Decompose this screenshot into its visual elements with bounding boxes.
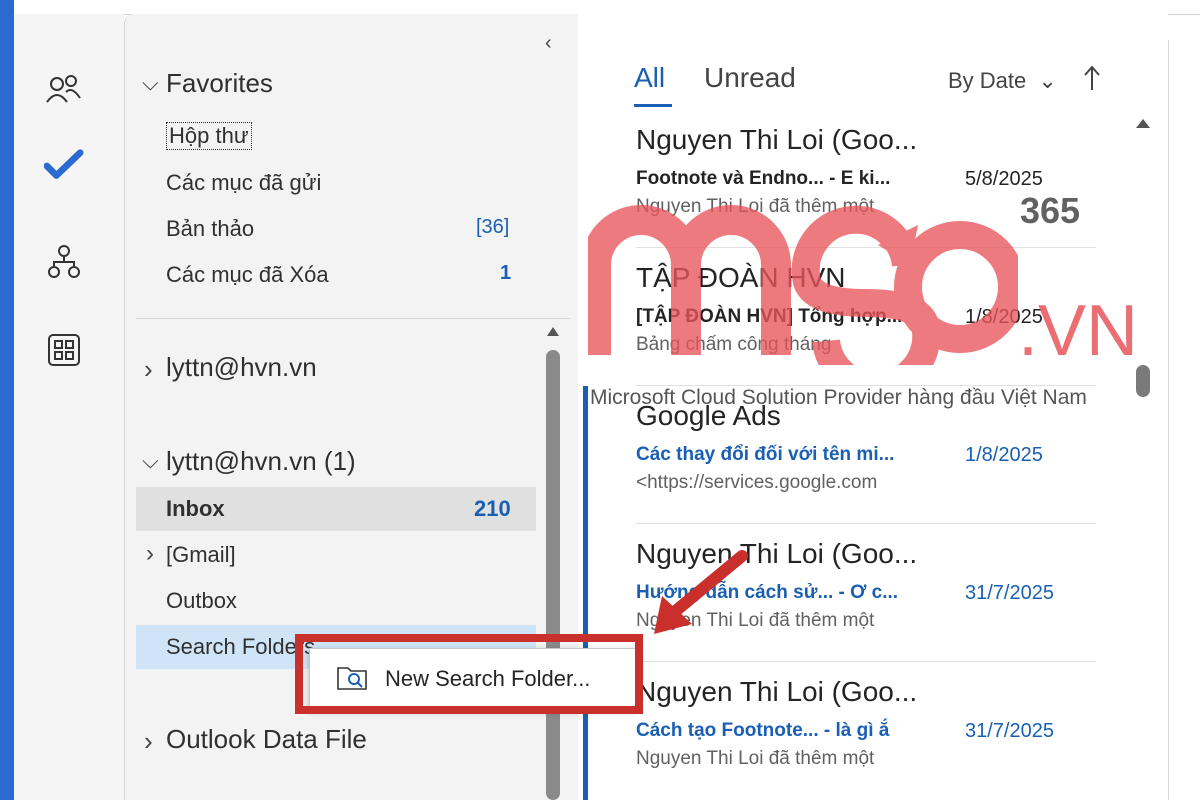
chevron-down-icon[interactable]: ⌵ [142, 448, 159, 474]
folder-drafts[interactable]: Bản thảo [166, 216, 254, 242]
scroll-up-icon[interactable] [1134, 116, 1152, 135]
chevron-down-icon: ⌄ [1038, 68, 1057, 93]
scroll-up-icon[interactable] [545, 324, 561, 343]
folder-scrollbar-thumb[interactable] [546, 350, 560, 800]
message-subject: Các thay đổi đối với tên mi... [636, 444, 895, 465]
folder-sent-items[interactable]: Các mục đã gửi [166, 170, 321, 196]
message-date: 1/8/2025 [965, 444, 1043, 466]
org-chart-icon[interactable] [44, 242, 84, 282]
highlight-arrow [640, 548, 750, 653]
watermark-logo [581, 205, 1026, 401]
drafts-count: [36] [476, 216, 510, 238]
todo-check-icon[interactable] [44, 146, 84, 186]
active-tab-indicator [634, 104, 672, 107]
unread-indicator [583, 386, 588, 524]
message-sender: Nguyen Thi Loi (Goo... [636, 676, 918, 707]
message-date: 5/8/2025 [965, 168, 1043, 190]
reading-pane-divider [1168, 40, 1169, 800]
message-date: 31/7/2025 [965, 720, 1054, 742]
deleted-count: 1 [500, 262, 512, 284]
folder-gmail[interactable]: [Gmail] [166, 542, 236, 568]
collapse-pane-icon[interactable]: ‹ [545, 32, 552, 55]
folder-deleted-items[interactable]: Các mục đã Xóa [166, 262, 329, 288]
inbox-count: 210 [474, 496, 511, 521]
window-top-border [0, 0, 1200, 15]
apps-grid-icon[interactable] [44, 330, 84, 370]
chevron-right-icon[interactable]: › [144, 726, 153, 757]
message-preview: <https://services.google.com [636, 472, 878, 493]
folder-inbox[interactable]: Inbox [166, 496, 225, 522]
tab-all[interactable]: All [634, 62, 665, 94]
chevron-down-icon[interactable]: ⌵ [142, 70, 159, 96]
account-header-1[interactable]: lyttn@hvn.vn [166, 352, 317, 383]
app-bar [14, 14, 124, 800]
message-item[interactable]: Nguyen Thi Loi (Goo... Cách tạo Footnote… [583, 662, 1113, 800]
sort-direction-icon[interactable] [1082, 64, 1102, 97]
message-scrollbar-thumb[interactable] [1136, 365, 1150, 397]
account-header-2[interactable]: lyttn@hvn.vn (1) [166, 446, 356, 477]
watermark-badge: 365 [1020, 190, 1081, 231]
watermark-suffix: .VN [1018, 291, 1139, 371]
chevron-right-icon[interactable]: › [146, 540, 154, 568]
chevron-right-icon[interactable]: › [144, 354, 153, 385]
people-icon[interactable] [44, 70, 84, 110]
highlight-box [295, 634, 643, 714]
sort-label: By Date [948, 68, 1027, 93]
message-preview: Nguyen Thi Loi đã thêm một [636, 748, 875, 769]
tab-unread[interactable]: Unread [704, 62, 796, 94]
favorites-header[interactable]: Favorites [166, 68, 273, 99]
folder-search-folders[interactable]: Search Folders [166, 634, 315, 660]
message-date: 31/7/2025 [965, 582, 1054, 604]
outlook-data-file[interactable]: Outlook Data File [166, 724, 367, 755]
window-left-frame [0, 0, 14, 800]
folder-outbox[interactable]: Outbox [166, 588, 237, 614]
message-subject: Footnote và Endno... - E ki... [636, 168, 891, 189]
message-sender: Nguyen Thi Loi (Goo... [636, 124, 918, 155]
folder-divider [136, 318, 570, 319]
message-subject: Cách tạo Footnote... - là gì ắ [636, 720, 890, 741]
folder-hop-thu[interactable]: Hộp thư [166, 122, 252, 150]
watermark-tagline: Microsoft Cloud Solution Provider hàng đ… [590, 386, 1087, 409]
sort-by-dropdown[interactable]: By Date ⌄ [948, 68, 1057, 94]
